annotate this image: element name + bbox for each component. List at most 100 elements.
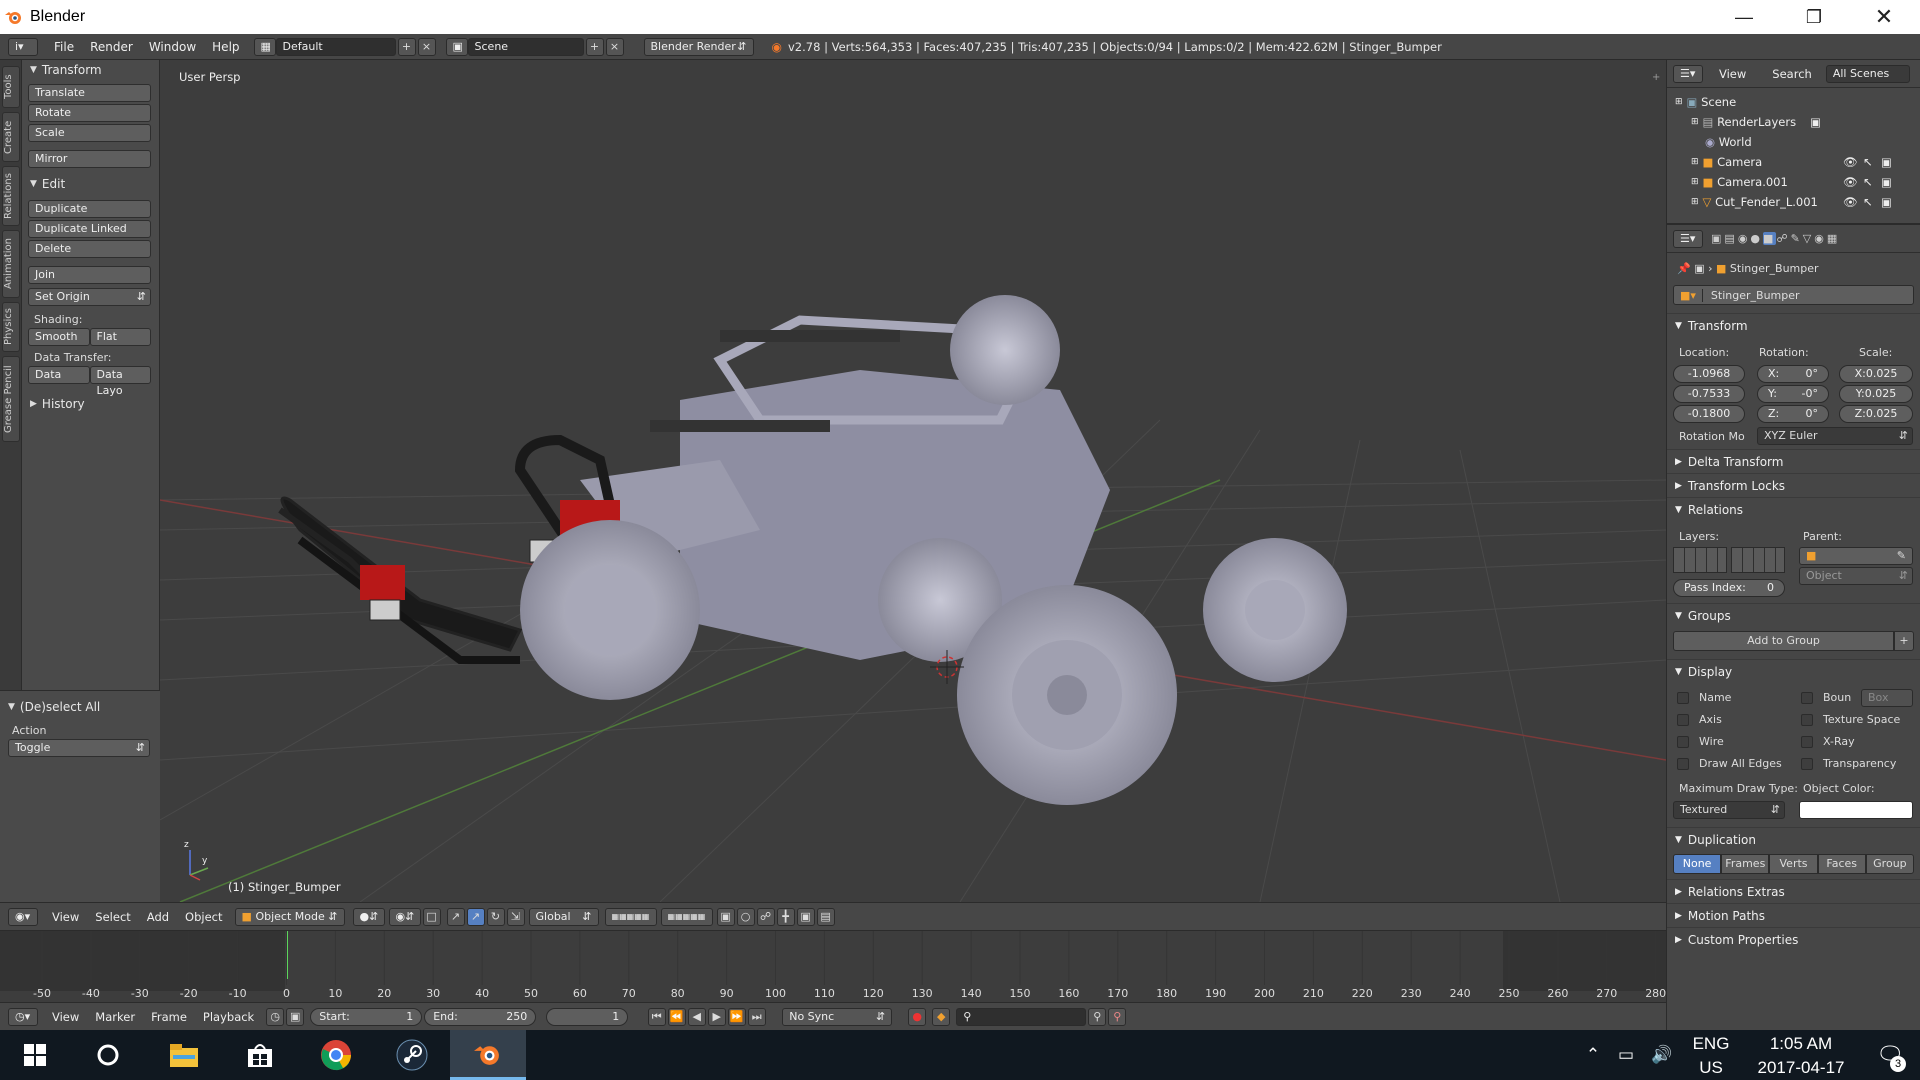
join-button[interactable]: Join <box>28 266 151 284</box>
editor-type-timeline-icon[interactable]: ◷▾ <box>8 1007 38 1026</box>
mirror-button[interactable]: Mirror <box>28 150 151 168</box>
rotate-manipulator-icon[interactable]: ↻ <box>486 907 505 926</box>
renderlayer-toggle-icon[interactable]: ▣ <box>1810 115 1821 129</box>
jump-start-icon[interactable]: ⏮ <box>648 1007 667 1026</box>
material-tab-icon[interactable]: ◉ <box>1814 232 1827 245</box>
location-y-field[interactable]: -0.7533 <box>1673 385 1745 403</box>
insert-keyframe-icon[interactable]: ⚲ <box>1088 1007 1107 1026</box>
display-mode-select[interactable]: All Scenes <box>1825 64 1910 83</box>
3d-viewport[interactable]: User Persp (1) Stinger_Bumper z y + <box>160 60 1666 902</box>
renderability-camera-icon[interactable]: ▣ <box>1881 175 1892 189</box>
remove-scene-icon[interactable]: × <box>605 37 624 56</box>
outliner-row-world[interactable]: ◉ World <box>1667 132 1920 152</box>
renderlayers-tab-icon[interactable]: ▤ <box>1724 232 1737 245</box>
play-reverse-icon[interactable]: ◀ <box>688 1007 707 1026</box>
checkbox[interactable] <box>1677 758 1689 770</box>
selectability-arrow-icon[interactable]: ↖ <box>1863 155 1873 169</box>
checkbox[interactable] <box>1801 714 1813 726</box>
display-wire-check[interactable]: Wire <box>1677 735 1724 748</box>
transform-panel-header[interactable]: ▼ Transform <box>22 60 159 80</box>
outliner-row-scene[interactable]: ⊞ ▣ Scene <box>1667 92 1920 112</box>
checkbox[interactable] <box>1677 714 1689 726</box>
current-frame-field[interactable]: 1 <box>546 1007 629 1026</box>
screen-layout-icon[interactable]: ▦ <box>253 37 276 56</box>
checkbox[interactable] <box>1801 692 1813 704</box>
constraints-tab-icon[interactable]: ☍ <box>1776 232 1790 245</box>
scene-tab-icon[interactable]: ◉ <box>1738 232 1751 245</box>
delta-transform-section-header[interactable]: ▶ Delta Transform <box>1667 449 1920 473</box>
tab-animation[interactable]: Animation <box>2 230 20 298</box>
display-section-header[interactable]: ▼ Display <box>1667 659 1920 683</box>
snap-icon[interactable]: ☍ <box>756 907 775 926</box>
selectability-arrow-icon[interactable]: ↖ <box>1863 175 1873 189</box>
duplicate-button[interactable]: Duplicate <box>28 200 151 218</box>
checkbox[interactable] <box>1677 736 1689 748</box>
language-indicator[interactable]: ENG US <box>1680 1032 1742 1080</box>
show-hidden-icons-icon[interactable]: ⌃ <box>1578 1045 1608 1065</box>
rotate-button[interactable]: Rotate <box>28 104 151 122</box>
visibility-eye-icon[interactable]: 👁 <box>1843 195 1858 209</box>
rotation-z-field[interactable]: Z: 0° <box>1757 405 1829 423</box>
layer-lock-icon[interactable]: ▣ <box>716 907 735 926</box>
scale-x-field[interactable]: X:0.025 <box>1839 365 1913 383</box>
duplication-frames-button[interactable]: Frames <box>1721 854 1770 874</box>
display-axis-check[interactable]: Axis <box>1677 713 1722 726</box>
layers-grid-1[interactable]: ▦▦▦▦▦ <box>604 907 657 926</box>
pivot-point-select[interactable]: ◉⇵ <box>388 907 421 926</box>
editor-type-outliner-icon[interactable]: ☰▾ <box>1673 64 1703 83</box>
relations-section-header[interactable]: ▼ Relations <box>1667 497 1920 521</box>
scale-y-field[interactable]: Y:0.025 <box>1839 385 1913 403</box>
snap-element-icon[interactable]: ╋ <box>776 907 795 926</box>
play-icon[interactable]: ▶ <box>708 1007 727 1026</box>
menu-view[interactable]: View <box>44 910 87 924</box>
menu-help[interactable]: Help <box>204 40 247 54</box>
add-screen-icon[interactable]: + <box>397 37 416 56</box>
display-xray-check[interactable]: X-Ray <box>1801 735 1855 748</box>
tab-tools[interactable]: Tools <box>2 66 20 108</box>
data-tab-icon[interactable]: ▽ <box>1803 232 1814 245</box>
display-all-edges-check[interactable]: Draw All Edges <box>1677 757 1782 770</box>
scale-z-field[interactable]: Z:0.025 <box>1839 405 1913 423</box>
checkbox[interactable] <box>1677 692 1689 704</box>
display-transparency-check[interactable]: Transparency <box>1801 757 1896 770</box>
menu-frame[interactable]: Frame <box>143 1010 195 1024</box>
editor-type-info-icon[interactable]: i▾ <box>8 37 38 56</box>
outliner-menu-view[interactable]: View <box>1719 67 1746 81</box>
parent-type-select[interactable]: Object ⇵ <box>1799 567 1913 585</box>
scene-field[interactable]: Scene <box>467 37 584 56</box>
outliner-row-camera-001[interactable]: ⊞ ■ Camera.001 👁 ↖ ▣ <box>1667 172 1920 192</box>
delete-keyframe-icon[interactable]: ⚲ <box>1108 1007 1127 1026</box>
object-tab-icon[interactable]: ■ <box>1763 232 1777 245</box>
outliner-row-camera[interactable]: ⊞ ■ Camera 👁 ↖ ▣ <box>1667 152 1920 172</box>
action-center-icon[interactable]: 🗨 3 <box>1860 1030 1920 1080</box>
set-origin-select[interactable]: Set Origin ⇵ <box>28 288 151 306</box>
location-z-field[interactable]: -0.1800 <box>1673 405 1745 423</box>
outliner-row-renderlayers[interactable]: ⊞ ▤ RenderLayers ▣ <box>1667 112 1920 132</box>
renderability-camera-icon[interactable]: ▣ <box>1881 195 1892 209</box>
data-layout-button[interactable]: Data Layo <box>89 366 151 397</box>
steam-icon[interactable] <box>374 1030 450 1080</box>
bounds-type-select[interactable]: Box <box>1861 689 1913 707</box>
display-bounds-check[interactable]: Boun <box>1801 691 1851 704</box>
duplication-verts-button[interactable]: Verts <box>1769 854 1818 874</box>
modifiers-tab-icon[interactable]: ✎ <box>1791 232 1803 245</box>
jump-keyframe-back-icon[interactable]: ⏪ <box>668 1007 687 1026</box>
display-texture-space-check[interactable]: Texture Space <box>1801 713 1900 726</box>
minimize-icon[interactable]: — <box>1716 0 1772 34</box>
checkbox[interactable] <box>1801 736 1813 748</box>
pin-icon[interactable]: 📌 <box>1677 262 1691 275</box>
flat-button[interactable]: Flat <box>89 328 151 346</box>
keying-set-field[interactable]: ⚲ <box>956 1007 1087 1026</box>
translate-manipulator-icon[interactable]: ↗ <box>466 907 485 926</box>
chrome-icon[interactable] <box>298 1030 374 1080</box>
checkbox[interactable] <box>1801 758 1813 770</box>
network-icon[interactable]: ▭ <box>1608 1045 1644 1065</box>
store-icon[interactable] <box>222 1030 298 1080</box>
delete-button[interactable]: Delete <box>28 240 151 258</box>
add-to-group-button[interactable]: Add to Group <box>1673 631 1894 651</box>
proportional-edit-icon[interactable]: ○ <box>736 907 755 926</box>
transform-section-header[interactable]: ▼ Transform <box>1667 313 1920 337</box>
scene-icon[interactable]: ▣ <box>445 37 468 56</box>
add-group-plus-icon[interactable]: + <box>1894 631 1914 651</box>
menu-render[interactable]: Render <box>82 40 141 54</box>
